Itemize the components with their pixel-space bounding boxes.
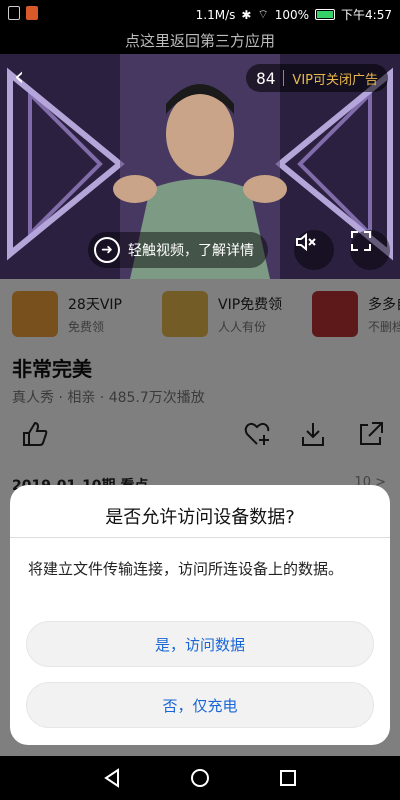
ad-countdown: 84: [256, 68, 276, 88]
home-circle-icon[interactable]: [188, 766, 212, 790]
status-bar: 1.1M/s ✱ ⌔ 100% 下午4:57: [0, 0, 400, 28]
battery-percent: 100%: [274, 7, 310, 22]
usb-icon: [8, 6, 20, 20]
dialog-divider: [10, 537, 390, 538]
wifi-icon: ⌔: [257, 7, 269, 21]
ad-pill[interactable]: 84 VIP可关闭广告: [246, 64, 388, 92]
navigation-bar: [0, 756, 400, 800]
bluetooth-icon: ✱: [241, 7, 252, 22]
touch-video-hint[interactable]: ➜ 轻触视频，了解详情: [88, 232, 268, 268]
recents-square-icon[interactable]: [276, 766, 300, 790]
charge-only-button[interactable]: 否，仅充电: [26, 682, 374, 728]
usb-permission-dialog: 是否允许访问设备数据? 将建立文件传输连接，访问所连设备上的数据。 是，访问数据…: [10, 485, 390, 745]
back-triangle-icon[interactable]: [100, 766, 124, 790]
return-to-app-bar[interactable]: 点这里返回第三方应用: [0, 28, 400, 54]
allow-data-access-button[interactable]: 是，访问数据: [26, 621, 374, 667]
battery-icon: [315, 9, 336, 20]
network-speed: 1.1M/s: [195, 7, 236, 22]
speaker-muted-icon: [296, 232, 316, 252]
video-player[interactable]: ‹ 84 VIP可关闭广告 ➜ 轻触视频，了解详情: [0, 54, 400, 279]
back-arrow-icon[interactable]: ‹: [14, 64, 36, 90]
arrow-right-circle-icon: ➜: [94, 237, 120, 263]
dialog-message: 将建立文件传输连接，访问所连设备上的数据。: [28, 560, 344, 578]
mute-button[interactable]: [294, 230, 334, 270]
app-notification-icon: [26, 6, 38, 20]
clock: 下午4:57: [341, 8, 392, 22]
dialog-title: 是否允许访问设备数据?: [105, 507, 295, 528]
fullscreen-icon: [351, 231, 371, 251]
vip-close-ad-link[interactable]: VIP可关闭广告: [292, 69, 378, 88]
touch-hint-label: 轻触视频，了解详情: [128, 243, 254, 259]
ad-divider: [283, 70, 285, 86]
fullscreen-button[interactable]: [350, 230, 390, 270]
